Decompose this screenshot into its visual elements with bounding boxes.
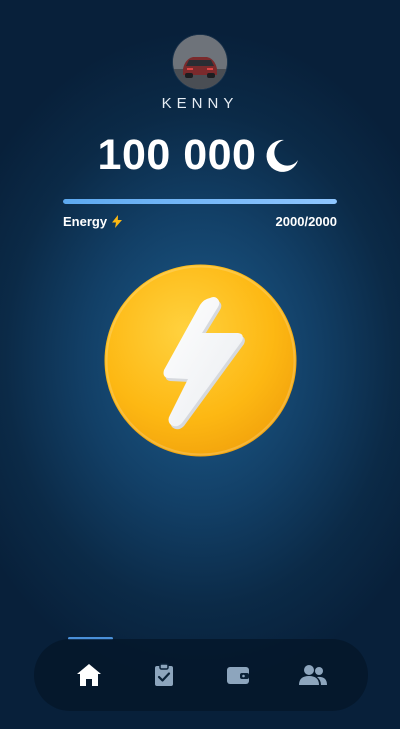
lightning-icon: [112, 215, 123, 228]
energy-count: 2000/2000: [275, 214, 337, 229]
nav-wallet[interactable]: [216, 653, 260, 697]
energy-progress-fill: [63, 199, 337, 204]
energy-label: Energy: [63, 214, 123, 229]
lightning-bolt-icon: [104, 264, 297, 457]
users-icon: [298, 665, 327, 685]
moon-icon: [266, 139, 299, 172]
balance-value: 100 000: [97, 131, 257, 179]
energy-progress-bar: [63, 199, 337, 204]
wallet-icon: [227, 667, 250, 684]
avatar[interactable]: [173, 35, 227, 89]
nav-tasks[interactable]: [142, 653, 186, 697]
clipboard-check-icon: [154, 663, 173, 686]
username: KENNY: [161, 95, 239, 112]
tap-coin-button[interactable]: [104, 264, 297, 457]
nav-home[interactable]: [67, 653, 111, 697]
nav-friends[interactable]: [291, 653, 335, 697]
app-screen: KENNY 100 000 Energy 2000/2000: [0, 0, 400, 729]
home-icon: [77, 664, 102, 686]
balance: 100 000: [0, 131, 400, 179]
car-photo-icon: [173, 35, 227, 89]
bottom-nav: [34, 639, 368, 711]
energy-label-text: Energy: [63, 214, 108, 229]
